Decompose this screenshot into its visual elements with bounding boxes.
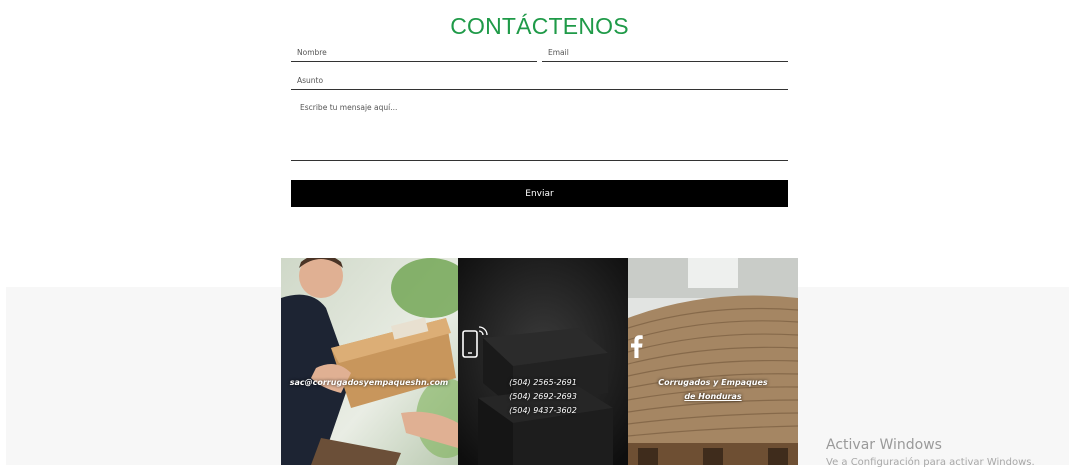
facebook-page-line2: de Honduras [684, 392, 742, 401]
facebook-panel[interactable]: Corrugados y Empaques de Honduras [628, 258, 798, 465]
send-button[interactable]: Enviar [291, 180, 788, 207]
dark-boxes-photo [458, 258, 628, 465]
phone-number[interactable]: (504) 2565-2691 [458, 376, 628, 390]
email-input[interactable] [542, 44, 788, 62]
contact-email-text[interactable]: sac@corrugadosyempaqueshn.com [281, 376, 458, 390]
phone-number[interactable]: (504) 2692-2693 [458, 390, 628, 404]
phone-numbers: (504) 2565-2691 (504) 2692-2693 (504) 94… [458, 376, 628, 418]
windows-activation-subtitle: Ve a Configuración para activar Windows. [826, 457, 1035, 468]
subject-input[interactable] [291, 71, 788, 90]
name-input[interactable] [291, 44, 537, 62]
message-textarea[interactable] [291, 98, 788, 161]
page-title: CONTÁCTENOS [450, 13, 629, 39]
corrugated-stack-photo [628, 258, 798, 465]
delivery-photo [281, 258, 458, 465]
facebook-page-line1: Corrugados y Empaques [658, 378, 768, 387]
email-panel[interactable]: sac@corrugadosyempaqueshn.com [281, 258, 458, 465]
phone-panel[interactable]: (504) 2565-2691 (504) 2692-2693 (504) 94… [458, 258, 628, 465]
windows-activation-title: Activar Windows [826, 437, 942, 453]
phone-number[interactable]: (504) 9437-3602 [458, 404, 628, 418]
facebook-page-link[interactable]: Corrugados y Empaques de Honduras [628, 376, 798, 404]
